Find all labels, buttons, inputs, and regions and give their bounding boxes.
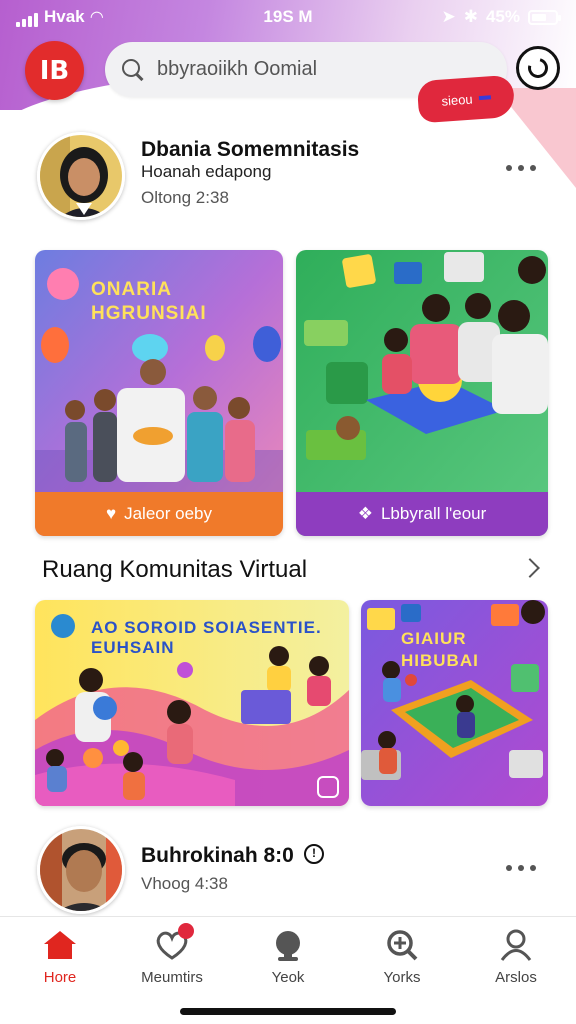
post-header-1[interactable]: Dbania Somemnitasis Hoanah edapong Olton… [0,128,576,224]
status-bar: Hvak ◠ 19S M ➤ ✱ 45% [0,0,576,34]
app-logo[interactable]: IB [25,41,84,100]
heart-icon [154,923,194,961]
community-card[interactable]: AO SOROID SOIASENTIE. EUHSAIN [35,600,349,806]
stack-icon: ❖ [357,504,373,523]
notification-badge [178,923,194,939]
profile-icon [500,929,532,961]
badge-mark [478,95,491,101]
nav-item-yorks[interactable]: Yorks [352,929,452,989]
card-footer-label: Lbbyrall l'eour [380,504,487,523]
post-timestamp: Oltong 2:38 [141,188,229,207]
nav-item-members[interactable]: Meumtirs [122,923,222,989]
card-footer-label: Jaleor oeby [124,504,212,523]
section-title: Ruang Komunitas Virtual [42,556,308,583]
card-title: ONARIA HGRUNSIAI [91,279,207,324]
location-icon: ➤ [441,7,456,26]
card-footer[interactable]: ❖ Lbbyrall l'eour [296,492,548,536]
card-title: AO SOROID SOIASENTIE. EUHSAIN [91,618,322,657]
nav-label: Yeok [271,969,305,986]
card-footer[interactable]: ♥ Jaleor oeby [35,492,283,536]
search-icon [387,930,418,961]
post-author-name[interactable]: Buhrokinah 8:0 [141,844,294,868]
person-icon [276,931,300,961]
community-card[interactable]: GIAIUR HIBUBAI [361,600,548,806]
camera-icon [524,54,552,82]
chevron-right-icon[interactable] [520,558,540,578]
home-icon [44,931,76,959]
card-title: GIAIUR HIBUBAI [401,629,479,670]
post-timestamp: Vhoog 4:38 [141,874,228,893]
nav-label: Arslos [495,969,537,986]
more-options-icon[interactable] [506,162,536,174]
verified-icon: ! [304,844,324,864]
nav-item-home[interactable]: Hore [10,929,110,989]
heart-badge-label: sieou [440,91,474,109]
nav-label: Hore [43,969,77,986]
bluetooth-icon: ✱ [463,7,478,26]
search-input[interactable] [157,58,477,81]
avatar[interactable] [37,132,125,220]
nav-label: Meumtirs [141,969,203,986]
nav-item-profile[interactable]: Arslos [466,929,566,989]
search-icon [121,58,145,82]
bird-icon: ♥ [106,504,117,523]
post-author-name[interactable]: Dbania Somemnitasis [141,138,359,162]
battery-percent: 45% [485,7,520,26]
nav-item-yeok[interactable]: Yeok [238,929,338,989]
camera-button[interactable] [516,46,560,90]
home-indicator[interactable] [180,1008,396,1015]
community-card[interactable]: ❖ Lbbyrall l'eour [296,250,548,536]
more-options-icon[interactable] [506,862,536,874]
heart-badge[interactable]: sieou [416,74,516,124]
nav-label: Yorks [383,969,421,986]
expand-icon[interactable] [317,776,339,798]
battery-icon [528,9,561,25]
post-subtitle: Hoanah edapong [141,162,272,181]
avatar[interactable] [37,826,125,914]
post-header-2[interactable]: Buhrokinah 8:0 ! Vhoog 4:38 [0,826,576,922]
community-card[interactable]: ONARIA HGRUNSIAI ♥ Jaleor oeby [35,250,283,536]
